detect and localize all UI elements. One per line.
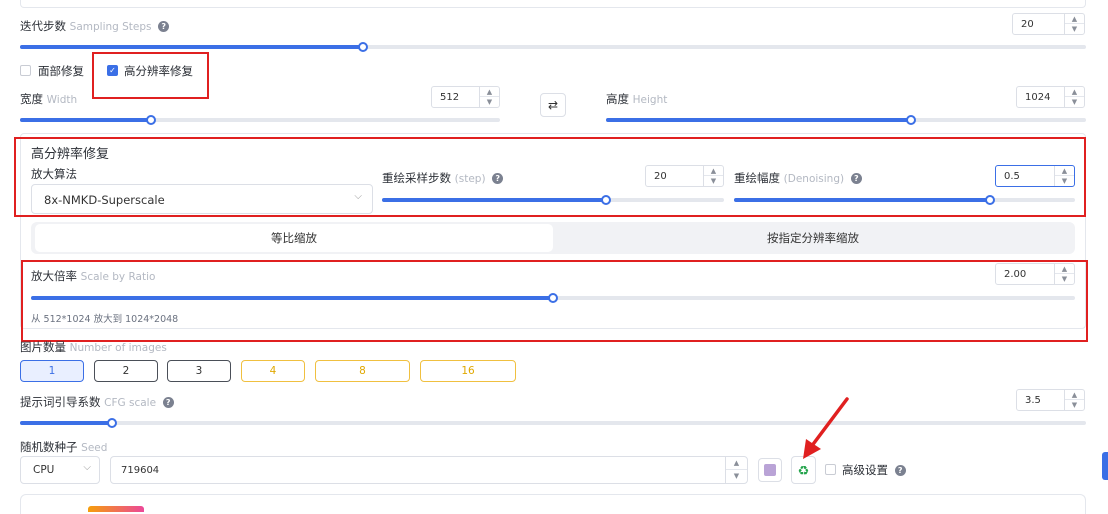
chevron-up-icon[interactable]: ▲ — [1065, 390, 1084, 400]
width-input[interactable]: 512 ▲ ▼ — [431, 86, 500, 108]
advanced-settings-checkbox[interactable] — [825, 464, 836, 475]
width-value: 512 — [440, 92, 460, 103]
chevron-down-icon[interactable]: ▼ — [1065, 400, 1084, 410]
count-option-label: 8 — [359, 365, 366, 377]
chevron-down-icon[interactable]: ▼ — [1065, 24, 1084, 34]
height-value: 1024 — [1025, 92, 1051, 103]
width-slider-handle[interactable] — [146, 115, 156, 125]
gradient-tag — [88, 506, 144, 512]
height-slider[interactable] — [606, 115, 1086, 125]
chevron-up-icon[interactable]: ▲ — [1065, 14, 1084, 24]
count-option-8[interactable]: 8 — [315, 360, 410, 382]
swap-dimensions-button[interactable]: ⇄ — [540, 93, 566, 117]
recycle-icon: ♻ — [797, 464, 810, 479]
height-slider-fill — [606, 118, 911, 122]
height-label: 高度 Height — [606, 91, 667, 107]
count-option-label: 16 — [461, 365, 475, 377]
highlight-scale-ratio — [21, 260, 1088, 342]
cfg-slider-handle[interactable] — [107, 418, 117, 428]
chevron-down-icon[interactable]: ▼ — [1065, 97, 1084, 107]
count-option-16[interactable]: 16 — [420, 360, 516, 382]
chevron-up-icon[interactable]: ▲ — [480, 87, 499, 97]
steps-label-text: 迭代步数 — [20, 19, 66, 33]
count-label-text: 图片数量 — [20, 340, 66, 354]
steps-input[interactable]: 20 ▲ ▼ — [1012, 13, 1085, 35]
width-slider-fill — [20, 118, 151, 122]
seed-label-text: 随机数种子 — [20, 440, 78, 454]
steps-slider-handle[interactable] — [358, 42, 368, 52]
cfg-sub: CFG scale — [104, 397, 157, 409]
width-label-text: 宽度 — [20, 92, 43, 106]
steps-stepper[interactable]: ▲ ▼ — [1064, 14, 1084, 34]
help-icon[interactable]: ? — [158, 21, 170, 32]
top-divider — [20, 0, 1086, 8]
count-option-1[interactable]: 1 — [20, 360, 84, 382]
chevron-down-icon[interactable]: ▼ — [480, 97, 499, 107]
width-stepper[interactable]: ▲ ▼ — [479, 87, 499, 107]
seed-sub: Seed — [81, 442, 108, 454]
count-sub: Number of images — [69, 342, 167, 354]
count-option-label: 4 — [269, 365, 277, 377]
count-option-label: 2 — [122, 365, 130, 377]
height-stepper[interactable]: ▲ ▼ — [1064, 87, 1084, 107]
cfg-slider-fill — [20, 421, 112, 425]
bottom-panel — [20, 494, 1086, 514]
chevron-down-icon: ⌵ — [83, 462, 91, 473]
random-seed-button[interactable] — [758, 458, 782, 482]
cfg-value: 3.5 — [1025, 395, 1041, 406]
help-icon[interactable]: ? — [162, 397, 174, 408]
seed-input[interactable]: 719604 ▲ ▼ — [110, 456, 748, 484]
face-restore-label: 面部修复 — [38, 64, 84, 78]
steps-slider[interactable] — [20, 42, 1086, 52]
device-value: CPU — [33, 464, 55, 476]
swap-icon: ⇄ — [547, 98, 559, 112]
device-select[interactable]: CPU ⌵ — [20, 456, 100, 484]
height-label-text: 高度 — [606, 92, 629, 106]
height-slider-handle[interactable] — [906, 115, 916, 125]
cfg-label: 提示词引导系数 CFG scale ? — [20, 394, 174, 410]
highlight-hires-settings — [14, 137, 1086, 217]
count-option-3[interactable]: 3 — [167, 360, 231, 382]
cfg-slider[interactable] — [20, 418, 1086, 428]
steps-label: 迭代步数 Sampling Steps ? — [20, 18, 170, 34]
red-arrow-annotation — [803, 397, 849, 459]
steps-slider-fill — [20, 45, 363, 49]
cfg-stepper[interactable]: ▲ ▼ — [1064, 390, 1084, 410]
tab-scale-to-resolution[interactable]: 按指定分辨率缩放 — [555, 224, 1071, 252]
face-restore-checkbox[interactable] — [20, 65, 31, 76]
highlight-hires-checkbox — [92, 52, 209, 99]
width-sub: Width — [46, 94, 78, 106]
cfg-label-text: 提示词引导系数 — [20, 395, 101, 409]
count-option-4[interactable]: 4 — [241, 360, 305, 382]
tab-scale-by-ratio[interactable]: 等比缩放 — [35, 224, 553, 252]
cfg-input[interactable]: 3.5 ▲ ▼ — [1016, 389, 1085, 411]
chevron-up-icon[interactable]: ▲ — [726, 457, 747, 470]
count-label: 图片数量 Number of images — [20, 339, 167, 355]
seed-stepper[interactable]: ▲ ▼ — [725, 457, 747, 483]
count-option-2[interactable]: 2 — [94, 360, 158, 382]
dice-icon — [764, 464, 776, 476]
seed-value: 719604 — [121, 465, 160, 476]
tab-scale-to-resolution-label: 按指定分辨率缩放 — [767, 231, 859, 245]
advanced-settings-text: 高级设置 — [842, 463, 888, 477]
help-icon[interactable]: ? — [894, 465, 906, 476]
seed-label: 随机数种子 Seed — [20, 439, 107, 455]
count-option-label: 1 — [48, 365, 56, 377]
chevron-down-icon[interactable]: ▼ — [726, 470, 747, 483]
width-label: 宽度 Width — [20, 91, 77, 107]
height-sub: Height — [632, 94, 668, 106]
tab-scale-by-ratio-label: 等比缩放 — [271, 231, 317, 245]
height-input[interactable]: 1024 ▲ ▼ — [1016, 86, 1085, 108]
steps-value: 20 — [1021, 19, 1034, 30]
count-option-label: 3 — [195, 365, 203, 377]
width-slider[interactable] — [20, 115, 500, 125]
scrollbar-thumb[interactable] — [1102, 452, 1108, 480]
steps-sub: Sampling Steps — [69, 21, 152, 33]
chevron-up-icon[interactable]: ▲ — [1065, 87, 1084, 97]
